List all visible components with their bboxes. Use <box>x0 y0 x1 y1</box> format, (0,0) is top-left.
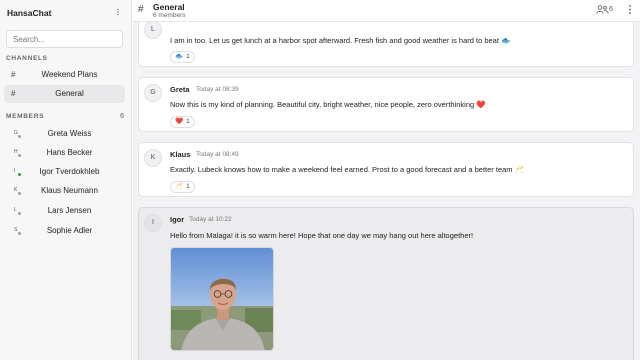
channel-label: Weekend Plans <box>41 70 98 79</box>
reaction-pill[interactable]: 🥂 1 <box>170 181 195 193</box>
channel-title: General <box>153 2 185 12</box>
avatar: L <box>144 22 162 39</box>
sidebar-item-weekend-plans[interactable]: # Weekend Plans <box>4 66 125 84</box>
message-card: G Greta Today at 08:39 Now this is my ki… <box>138 77 634 132</box>
sidebar-item-general[interactable]: # General <box>4 85 125 103</box>
member-item-klaus[interactable]: K Klaus Neumann <box>4 183 125 199</box>
message-time: Today at 10:22 <box>189 216 232 223</box>
message-text: Now this is my kind of planning. Beautif… <box>170 100 486 109</box>
members-count: 6 <box>120 113 124 120</box>
member-item-igor[interactable]: I Igor Tverdokhleb <box>4 164 125 180</box>
member-item-greta[interactable]: G Greta Weiss <box>4 126 125 142</box>
message-card: K Klaus Today at 08:49 Exactly. Lubeck k… <box>138 142 634 197</box>
reaction-pill[interactable]: 🐟 1 <box>170 51 195 63</box>
message-time: Today at 08:39 <box>196 86 239 93</box>
member-name: Greta Weiss <box>47 129 92 138</box>
channel-label: General <box>55 89 84 98</box>
header-members-count: 6 <box>609 6 613 13</box>
reaction-count: 1 <box>186 183 190 190</box>
hash-icon: # <box>138 4 144 15</box>
message-text: Hello from Malaga! it is so warm here! H… <box>170 231 474 240</box>
kebab-icon[interactable] <box>627 4 633 15</box>
photo-attachment[interactable] <box>170 247 274 351</box>
app-title: HansaChat <box>7 8 52 18</box>
search-input[interactable] <box>6 30 123 48</box>
member-item-sophie[interactable]: S Sophie Adler <box>4 223 125 239</box>
kebab-icon[interactable] <box>114 7 122 17</box>
cheers-emoji-icon: 🥂 <box>175 183 184 190</box>
message-time: Today at 08:49 <box>196 151 239 158</box>
message-author: Klaus <box>170 150 191 159</box>
channel-subtitle: 6 members <box>153 12 186 19</box>
channels-heading: CHANNELS <box>6 55 48 62</box>
channel-header: # General 6 members 6 <box>133 0 640 22</box>
sidebar: HansaChat CHANNELS # Weekend Plans # Gen… <box>0 0 132 360</box>
message-list[interactable]: L I am in too. Let us get lunch at a har… <box>133 22 640 360</box>
message-card: L I am in too. Let us get lunch at a har… <box>138 22 634 67</box>
message-author: Igor <box>170 215 185 224</box>
reaction-pill[interactable]: ❤️ 1 <box>170 116 195 128</box>
reaction-count: 1 <box>186 53 190 60</box>
avatar: G <box>144 84 162 102</box>
message-text: I am in too. Let us get lunch at a harbo… <box>170 36 511 45</box>
message-author: Greta <box>170 85 190 94</box>
member-name: Sophie Adler <box>46 226 93 235</box>
message-card-highlighted: I Igor Today at 10:22 Hello from Malaga!… <box>138 207 634 360</box>
member-name: Klaus Neumann <box>41 186 98 195</box>
member-name: Lars Jensen <box>47 206 92 215</box>
member-item-hans[interactable]: H Hans Becker <box>4 145 125 161</box>
member-name: Hans Becker <box>46 148 93 157</box>
reaction-count: 1 <box>186 118 190 125</box>
avatar: K <box>144 149 162 167</box>
members-heading: MEMBERS <box>6 113 45 120</box>
member-name: Igor Tverdokhleb <box>39 167 100 176</box>
fish-emoji-icon: 🐟 <box>175 53 184 60</box>
member-item-lars[interactable]: L Lars Jensen <box>4 203 125 219</box>
message-text: Exactly. Lubeck knows how to make a week… <box>170 165 524 174</box>
avatar: I <box>144 214 162 232</box>
people-icon[interactable] <box>596 5 609 14</box>
heart-emoji-icon: ❤️ <box>175 118 184 125</box>
